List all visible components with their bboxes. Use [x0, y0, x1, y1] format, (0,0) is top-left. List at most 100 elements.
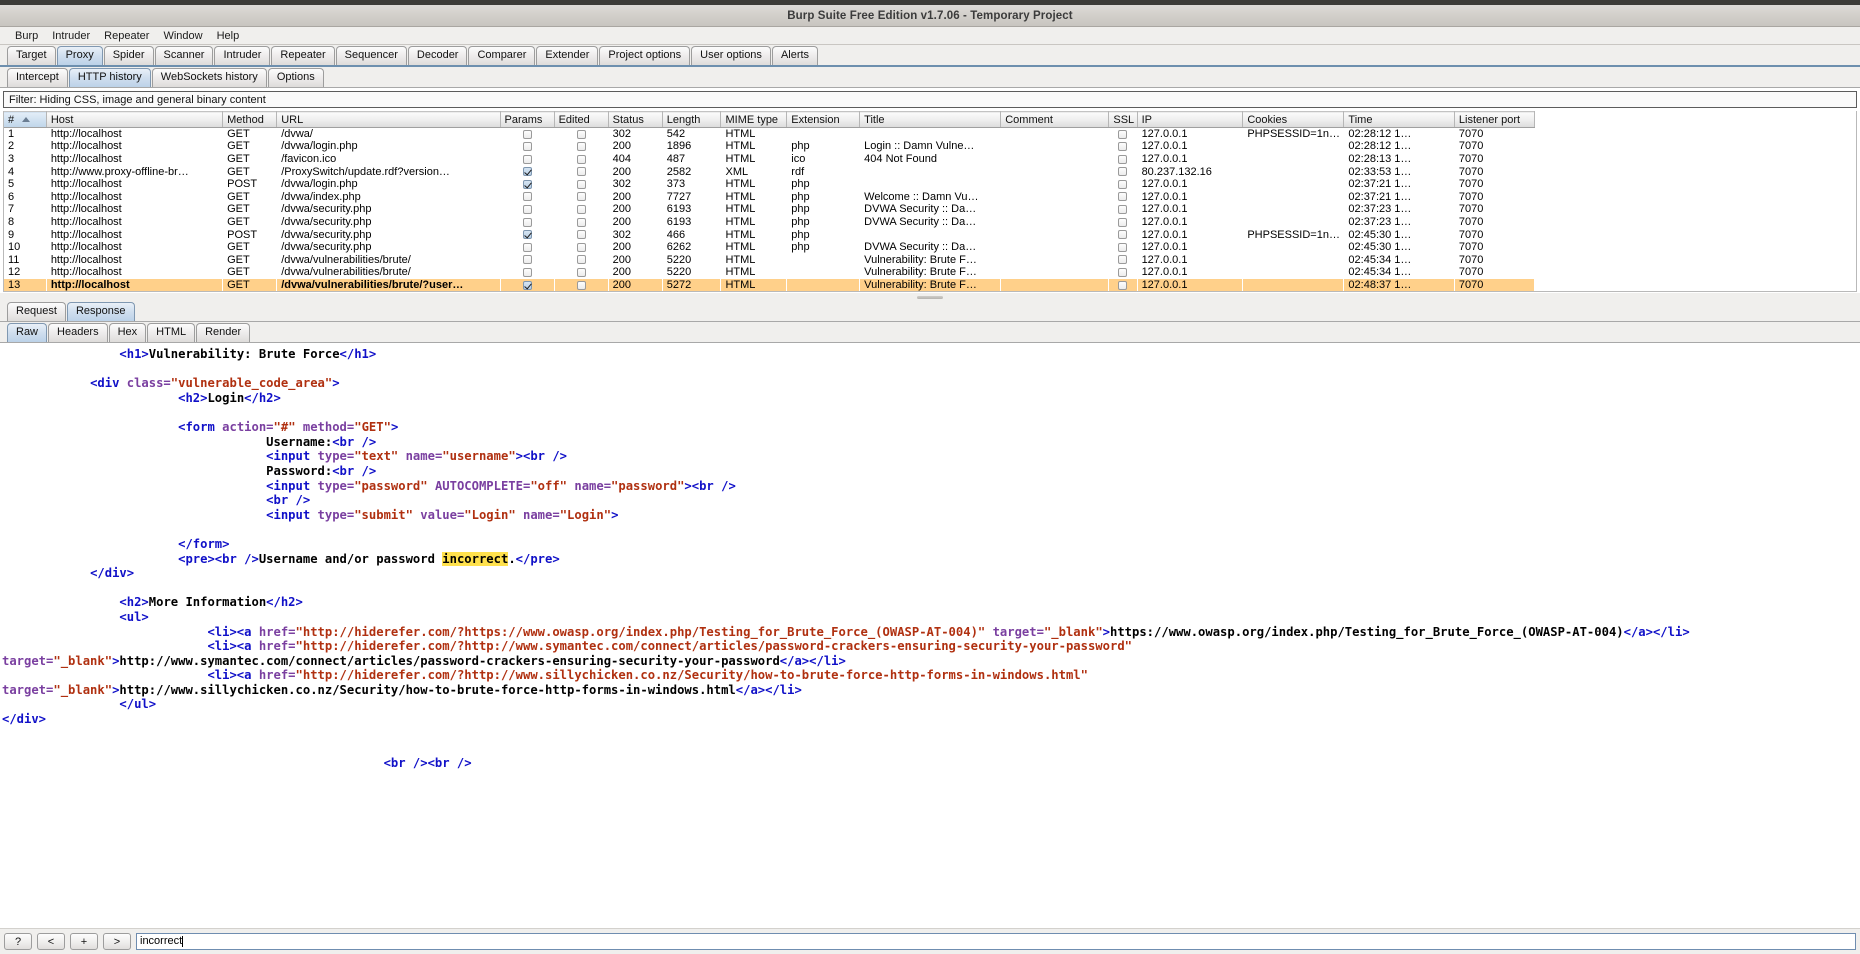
row-ssl-checkbox[interactable] — [1109, 253, 1137, 266]
column-header-ip[interactable]: IP — [1137, 112, 1243, 128]
checkbox-unchecked-icon[interactable] — [1118, 192, 1127, 201]
checkbox-checked-icon[interactable] — [523, 230, 532, 239]
checkbox-unchecked-icon[interactable] — [577, 130, 586, 139]
column-header-length[interactable]: Length — [662, 112, 721, 128]
checkbox-unchecked-icon[interactable] — [523, 142, 532, 151]
row-edited-checkbox[interactable] — [554, 165, 608, 178]
checkbox-unchecked-icon[interactable] — [1118, 218, 1127, 227]
column-header-time[interactable]: Time — [1344, 112, 1454, 128]
checkbox-unchecked-icon[interactable] — [1118, 268, 1127, 277]
checkbox-unchecked-icon[interactable] — [577, 142, 586, 151]
tab-raw[interactable]: Raw — [7, 323, 47, 342]
row-ssl-checkbox[interactable] — [1109, 128, 1137, 141]
checkbox-unchecked-icon[interactable] — [1118, 130, 1127, 139]
search-input[interactable]: incorrect — [136, 933, 1856, 950]
row-ssl-checkbox[interactable] — [1109, 228, 1137, 241]
row-edited-checkbox[interactable] — [554, 178, 608, 191]
search-add-button[interactable]: + — [70, 933, 98, 950]
subtab-websockets-history[interactable]: WebSockets history — [152, 68, 267, 87]
row-edited-checkbox[interactable] — [554, 190, 608, 203]
table-row[interactable]: 9http://localhostPOST/dvwa/security.php3… — [4, 228, 1535, 241]
checkbox-unchecked-icon[interactable] — [523, 130, 532, 139]
row-ssl-checkbox[interactable] — [1109, 165, 1137, 178]
tab-scanner[interactable]: Scanner — [155, 46, 214, 65]
row-params-checkbox[interactable] — [500, 279, 554, 292]
checkbox-unchecked-icon[interactable] — [577, 180, 586, 189]
tab-html[interactable]: HTML — [147, 323, 195, 342]
row-edited-checkbox[interactable] — [554, 241, 608, 254]
row-ssl-checkbox[interactable] — [1109, 153, 1137, 166]
checkbox-unchecked-icon[interactable] — [1118, 180, 1127, 189]
row-ssl-checkbox[interactable] — [1109, 279, 1137, 292]
response-body-viewer[interactable]: <h1>Vulnerability: Brute Force</h1> <div… — [0, 343, 1860, 835]
column-header-host[interactable]: Host — [46, 112, 222, 128]
search-help-button[interactable]: ? — [4, 933, 32, 950]
row-params-checkbox[interactable] — [500, 241, 554, 254]
row-edited-checkbox[interactable] — [554, 203, 608, 216]
checkbox-unchecked-icon[interactable] — [577, 268, 586, 277]
checkbox-unchecked-icon[interactable] — [523, 192, 532, 201]
table-row[interactable]: 5http://localhostPOST/dvwa/login.php3023… — [4, 178, 1535, 191]
tab-proxy[interactable]: Proxy — [57, 46, 103, 65]
menu-item-help[interactable]: Help — [210, 29, 247, 43]
subtab-options[interactable]: Options — [268, 68, 324, 87]
row-ssl-checkbox[interactable] — [1109, 241, 1137, 254]
tab-alerts[interactable]: Alerts — [772, 46, 818, 65]
column-header-mime-type[interactable]: MIME type — [721, 112, 787, 128]
column-header-ssl[interactable]: SSL — [1109, 112, 1137, 128]
row-params-checkbox[interactable] — [500, 178, 554, 191]
checkbox-checked-icon[interactable] — [523, 180, 532, 189]
tab-spider[interactable]: Spider — [104, 46, 154, 65]
checkbox-unchecked-icon[interactable] — [577, 255, 586, 264]
table-row[interactable]: 10http://localhostGET/dvwa/security.php2… — [4, 241, 1535, 254]
table-row[interactable]: 1http://localhostGET/dvwa/302542HTML127.… — [4, 128, 1535, 141]
search-previous-button[interactable]: < — [37, 933, 65, 950]
row-params-checkbox[interactable] — [500, 190, 554, 203]
row-edited-checkbox[interactable] — [554, 128, 608, 141]
checkbox-unchecked-icon[interactable] — [523, 268, 532, 277]
column-header-method[interactable]: Method — [223, 112, 277, 128]
checkbox-unchecked-icon[interactable] — [577, 230, 586, 239]
column-header-title[interactable]: Title — [860, 112, 1001, 128]
checkbox-unchecked-icon[interactable] — [523, 243, 532, 252]
subtab-intercept[interactable]: Intercept — [7, 68, 68, 87]
table-row[interactable]: 7http://localhostGET/dvwa/security.php20… — [4, 203, 1535, 216]
row-params-checkbox[interactable] — [500, 165, 554, 178]
tab-repeater[interactable]: Repeater — [271, 46, 334, 65]
table-row[interactable]: 8http://localhostGET/dvwa/security.php20… — [4, 216, 1535, 229]
row-params-checkbox[interactable] — [500, 203, 554, 216]
splitter-grip[interactable] — [917, 296, 943, 299]
table-row[interactable]: 2http://localhostGET/dvwa/login.php20018… — [4, 140, 1535, 153]
table-row[interactable]: 6http://localhostGET/dvwa/index.php20077… — [4, 190, 1535, 203]
row-edited-checkbox[interactable] — [554, 140, 608, 153]
checkbox-unchecked-icon[interactable] — [577, 192, 586, 201]
column-header-params[interactable]: Params — [500, 112, 554, 128]
row-params-checkbox[interactable] — [500, 266, 554, 279]
menu-item-window[interactable]: Window — [156, 29, 209, 43]
http-history-table[interactable]: # Host Method URL Params Edited Status L… — [4, 111, 1535, 291]
tab-user-options[interactable]: User options — [691, 46, 771, 65]
menu-item-burp[interactable]: Burp — [8, 29, 45, 43]
tab-render[interactable]: Render — [196, 323, 250, 342]
row-params-checkbox[interactable] — [500, 153, 554, 166]
checkbox-unchecked-icon[interactable] — [1118, 243, 1127, 252]
tab-intruder[interactable]: Intruder — [214, 46, 270, 65]
tab-decoder[interactable]: Decoder — [408, 46, 468, 65]
column-header-extension[interactable]: Extension — [787, 112, 860, 128]
response-raw-text[interactable]: <h1>Vulnerability: Brute Force</h1> <div… — [0, 347, 1860, 770]
checkbox-unchecked-icon[interactable] — [523, 255, 532, 264]
checkbox-unchecked-icon[interactable] — [577, 167, 586, 176]
tab-request[interactable]: Request — [7, 302, 66, 321]
checkbox-unchecked-icon[interactable] — [1118, 142, 1127, 151]
row-ssl-checkbox[interactable] — [1109, 178, 1137, 191]
checkbox-unchecked-icon[interactable] — [1118, 230, 1127, 239]
checkbox-unchecked-icon[interactable] — [577, 281, 586, 290]
search-next-button[interactable]: > — [103, 933, 131, 950]
row-params-checkbox[interactable] — [500, 140, 554, 153]
tab-comparer[interactable]: Comparer — [468, 46, 535, 65]
filter-bar[interactable]: Filter: Hiding CSS, image and general bi… — [3, 91, 1857, 108]
row-edited-checkbox[interactable] — [554, 216, 608, 229]
checkbox-checked-icon[interactable] — [523, 281, 532, 290]
row-ssl-checkbox[interactable] — [1109, 266, 1137, 279]
row-params-checkbox[interactable] — [500, 253, 554, 266]
